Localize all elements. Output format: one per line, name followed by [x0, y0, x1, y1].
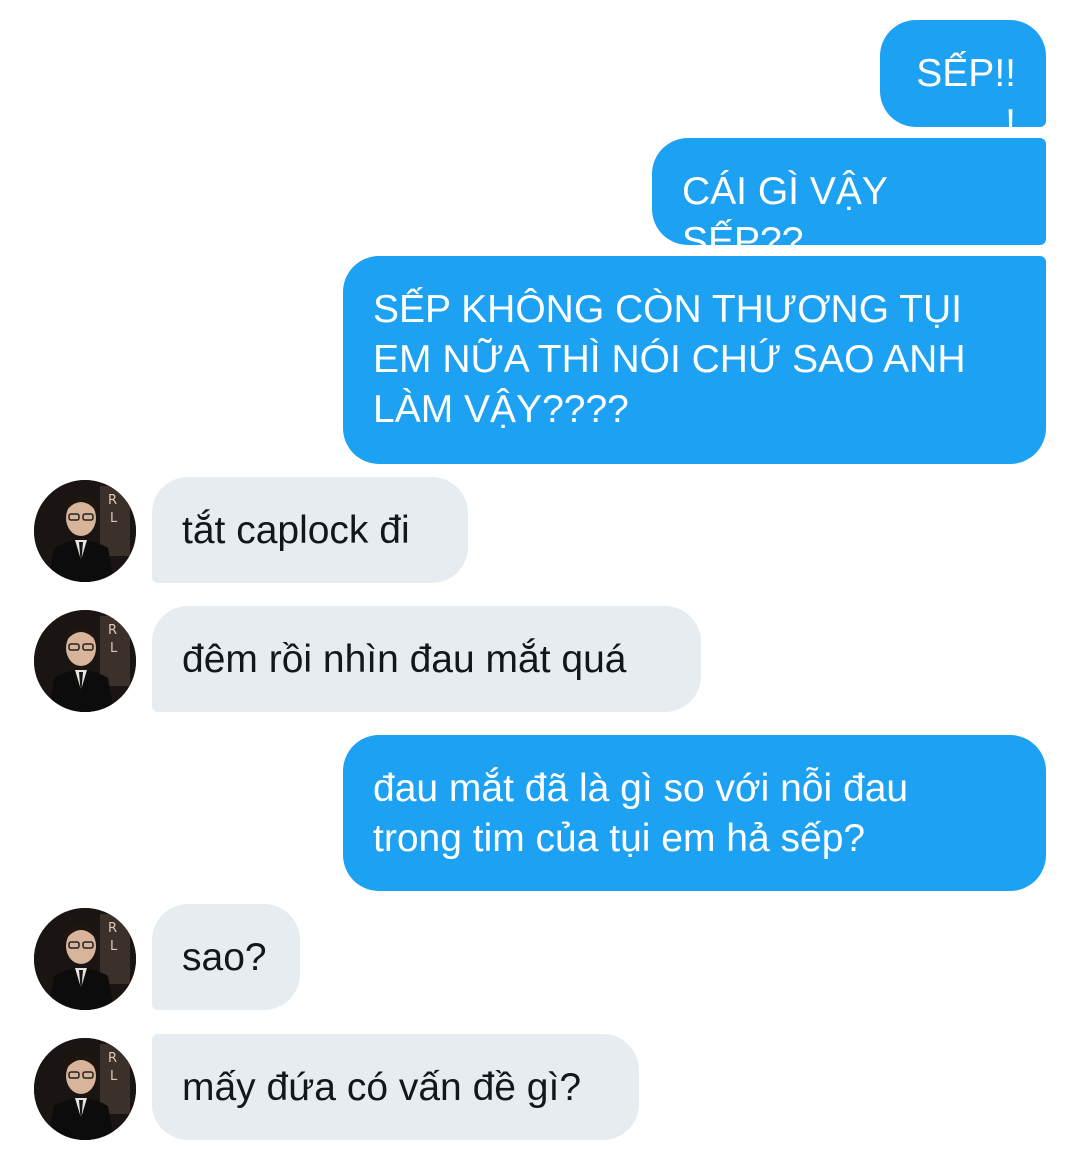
incoming-message-bubble[interactable]: mấy đứa có vấn đề gì? — [152, 1034, 639, 1140]
outgoing-message-bubble[interactable]: SẾP!!! — [880, 20, 1046, 145]
user-avatar[interactable]: R L — [34, 908, 136, 1010]
outgoing-message-bubble[interactable]: đau mắt đã là gì so với nỗi đau trong ti… — [343, 735, 1046, 891]
message-thread: SẾP!!! CÁI GÌ VẬY SẾP?? SẾP KHÔNG CÒN TH… — [0, 0, 1080, 1158]
user-avatar[interactable]: R L — [34, 610, 136, 712]
svg-text:L: L — [110, 511, 118, 526]
svg-text:L: L — [110, 641, 118, 656]
svg-text:R: R — [108, 623, 117, 638]
user-avatar[interactable]: R L — [34, 1038, 136, 1140]
user-avatar[interactable]: R L — [34, 480, 136, 582]
outgoing-message-bubble[interactable]: SẾP KHÔNG CÒN THƯƠNG TỤI EM NỮA THÌ NÓI … — [343, 256, 1046, 464]
incoming-message-bubble[interactable]: tắt caplock đi — [152, 477, 468, 583]
incoming-message-bubble[interactable]: sao? — [152, 904, 300, 1010]
svg-text:R: R — [108, 1051, 117, 1066]
outgoing-message-bubble[interactable]: CÁI GÌ VẬY SẾP?? — [652, 138, 1046, 263]
svg-text:R: R — [108, 493, 117, 508]
svg-text:R: R — [108, 921, 117, 936]
incoming-message-bubble[interactable]: đêm rồi nhìn đau mắt quá — [152, 606, 701, 712]
svg-text:L: L — [110, 939, 118, 954]
svg-text:L: L — [110, 1069, 118, 1084]
